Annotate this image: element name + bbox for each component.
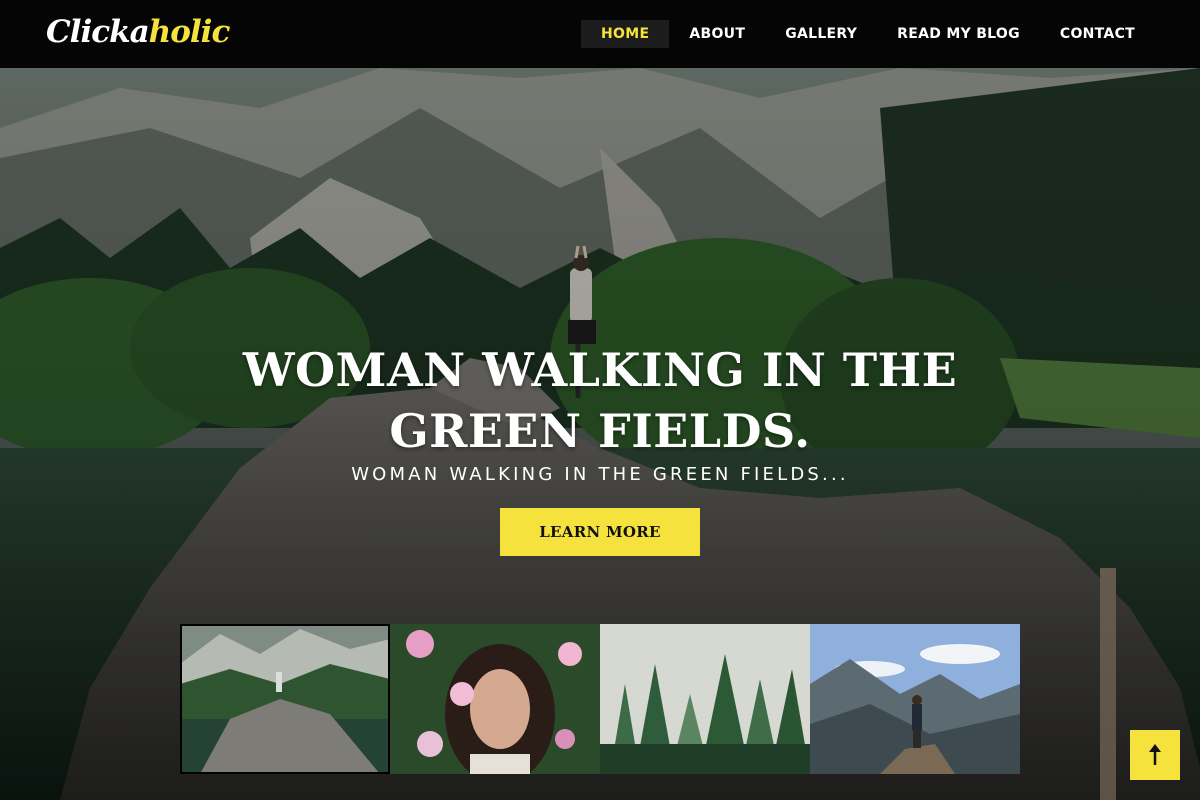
hero-title: WOMAN WALKING IN THE GREEN FIELDS. [242,343,958,458]
hero-subtitle: WOMAN WALKING IN THE GREEN FIELDS... [351,464,849,485]
gallery-thumbnail-strip [180,624,1020,774]
thumbnail-misty-forest[interactable] [600,624,810,774]
nav-contact-link[interactable]: CONTACT [1040,20,1155,48]
learn-more-button[interactable]: LEARN MORE [500,508,700,556]
nav-about-link[interactable]: ABOUT [669,20,765,48]
nav-home-link[interactable]: HOME [581,20,670,48]
thumbnail-woman-flowers[interactable] [390,624,600,774]
back-to-top-button[interactable] [1130,730,1180,780]
site-header: Clickaholic HOME ABOUT GALLERY READ MY B… [0,0,1200,68]
logo-text-part2: holic [148,14,231,50]
arrow-up-icon [1149,744,1161,765]
site-logo[interactable]: Clickaholic [46,10,231,54]
thumbnail-hiker-peak[interactable] [810,624,1020,774]
hiker-peak-image [810,624,1020,774]
thumbnail-mountain-lake[interactable] [180,624,390,774]
nav-blog-link[interactable]: READ MY BLOG [877,20,1040,48]
main-nav: HOME ABOUT GALLERY READ MY BLOG CONTACT [581,20,1155,48]
mountain-lake-image [180,624,390,774]
nav-gallery-link[interactable]: GALLERY [765,20,877,48]
woman-flowers-image [390,624,600,774]
misty-forest-image [600,624,810,774]
logo-text-part1: Clicka [46,14,150,50]
